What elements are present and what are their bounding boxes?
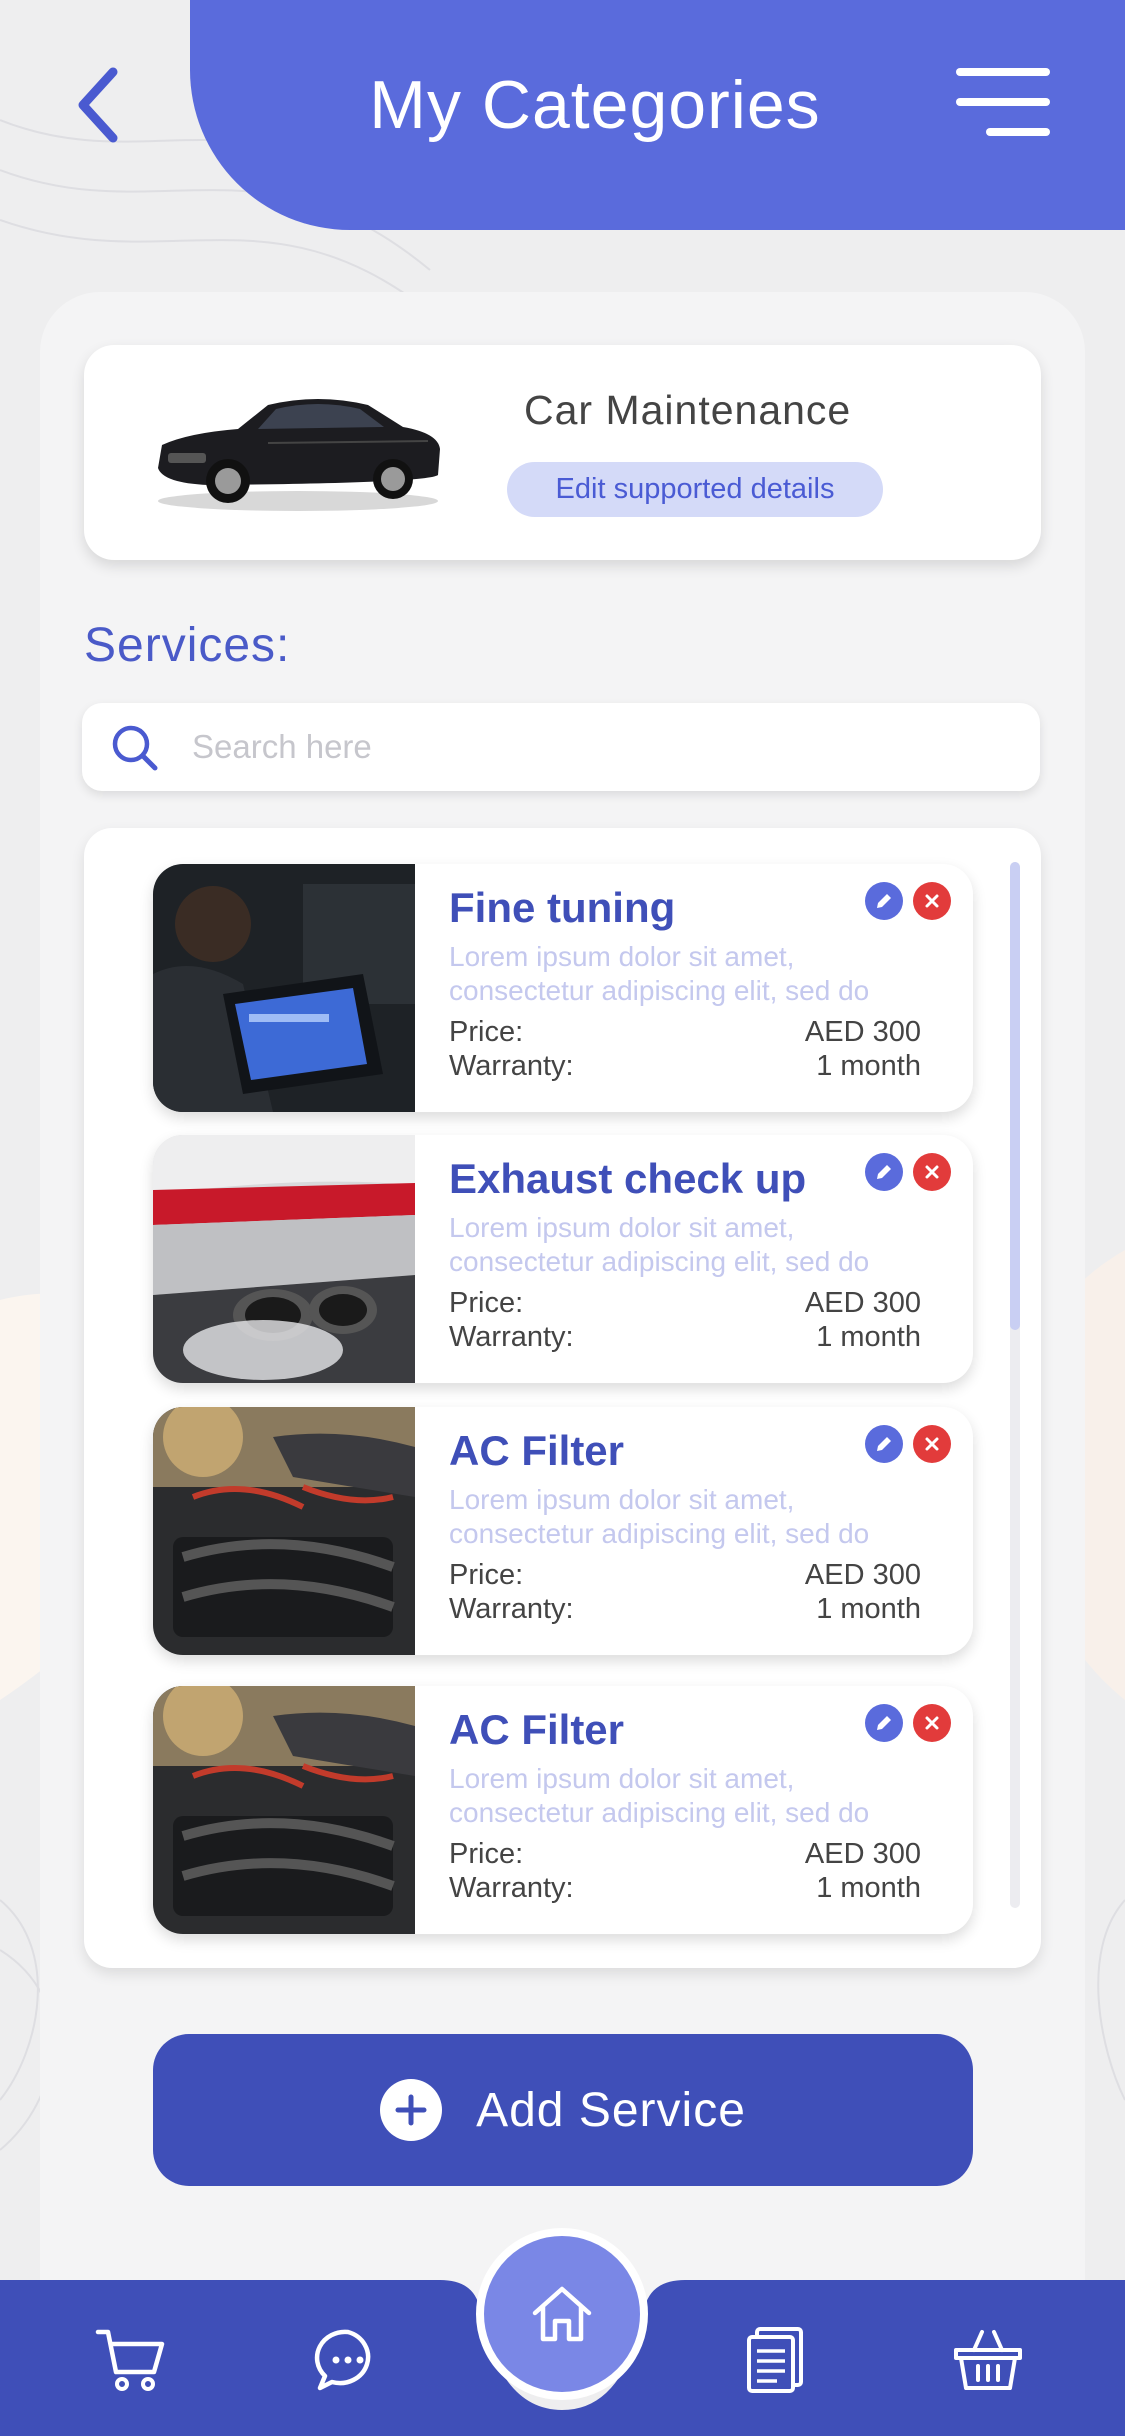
scrollbar-thumb[interactable] (1010, 862, 1020, 1330)
edit-supported-details-button[interactable]: Edit supported details (507, 462, 883, 517)
service-description: Lorem ipsum dolor sit amet, consectetur … (449, 941, 870, 1006)
delete-service-button[interactable] (913, 1153, 951, 1191)
price-label: Price: (449, 1559, 524, 1591)
service-image (153, 1686, 415, 1934)
warranty-label: Warranty: (449, 1872, 574, 1904)
edit-service-button[interactable] (865, 882, 903, 920)
service-name: Fine tuning (449, 884, 676, 931)
search-bar (82, 703, 1040, 791)
close-icon (925, 1437, 939, 1451)
service-description: Lorem ipsum dolor sit amet, consectetur … (449, 1484, 870, 1549)
service-card[interactable]: AC Filter Lorem ipsum dolor sit amet, co… (153, 1407, 973, 1655)
price-label: Price: (449, 1016, 524, 1048)
service-description: Lorem ipsum dolor sit amet, consectetur … (449, 1763, 870, 1828)
price-value: AED 300 (804, 1838, 921, 1870)
close-icon (925, 894, 939, 908)
warranty-label: Warranty: (449, 1050, 574, 1082)
pencil-icon (877, 1437, 891, 1451)
service-name: AC Filter (449, 1427, 625, 1474)
price-value: AED 300 (804, 1016, 921, 1048)
search-icon (112, 725, 158, 771)
edit-service-button[interactable] (865, 1704, 903, 1742)
pencil-icon (877, 1165, 891, 1179)
home-icon (532, 2286, 592, 2342)
close-icon (925, 1165, 939, 1179)
hamburger-menu-icon (956, 68, 1050, 76)
nav-basket[interactable] (950, 2322, 1026, 2398)
delete-service-button[interactable] (913, 882, 951, 920)
edit-service-button[interactable] (865, 1153, 903, 1191)
service-name: Exhaust check up (449, 1155, 807, 1202)
plus-icon (380, 2079, 443, 2141)
chat-icon (314, 2329, 371, 2391)
service-description: Lorem ipsum dolor sit amet, consectetur … (449, 1212, 870, 1277)
service-card[interactable]: AC Filter Lorem ipsum dolor sit amet, co… (153, 1686, 973, 1934)
nav-cart[interactable] (92, 2322, 168, 2398)
back-button[interactable] (62, 60, 132, 150)
category-title: Car Maintenance (524, 387, 852, 433)
price-value: AED 300 (804, 1287, 921, 1319)
chevron-left-icon (78, 67, 118, 143)
nav-chat[interactable] (310, 2322, 386, 2398)
warranty-label: Warranty: (449, 1321, 574, 1353)
car-image (158, 399, 440, 511)
add-service-label: Add Service (476, 2083, 746, 2137)
services-heading: Services: (84, 619, 291, 672)
pencil-icon (877, 1716, 891, 1730)
service-card[interactable]: Fine tuning Lorem ipsum dolor sit amet, … (153, 864, 973, 1112)
nav-home[interactable] (476, 2228, 648, 2400)
search-input[interactable] (192, 703, 992, 791)
service-image (153, 1407, 415, 1655)
service-image (153, 1135, 415, 1383)
delete-service-button[interactable] (913, 1425, 951, 1463)
edit-service-button[interactable] (865, 1425, 903, 1463)
add-service-button[interactable]: Add Service (153, 2034, 973, 2186)
warranty-label: Warranty: (449, 1593, 574, 1625)
warranty-value: 1 month (816, 1872, 921, 1904)
cart-icon (95, 2329, 165, 2391)
document-icon (747, 2327, 803, 2393)
warranty-value: 1 month (816, 1321, 921, 1353)
price-label: Price: (449, 1287, 524, 1319)
delete-service-button[interactable] (913, 1704, 951, 1742)
page-title: My Categories (369, 67, 821, 143)
nav-documents[interactable] (738, 2322, 814, 2398)
service-name: AC Filter (449, 1706, 625, 1753)
service-card[interactable]: Exhaust check up Lorem ipsum dolor sit a… (153, 1135, 973, 1383)
category-card: Car Maintenance Edit supported details (84, 345, 1041, 560)
pencil-icon (877, 894, 891, 908)
price-label: Price: (449, 1838, 524, 1870)
basket-icon (954, 2330, 1022, 2390)
warranty-value: 1 month (816, 1050, 921, 1082)
close-icon (925, 1716, 939, 1730)
warranty-value: 1 month (816, 1593, 921, 1625)
price-value: AED 300 (804, 1559, 921, 1591)
menu-button[interactable] (950, 62, 1050, 142)
service-image (153, 864, 415, 1112)
